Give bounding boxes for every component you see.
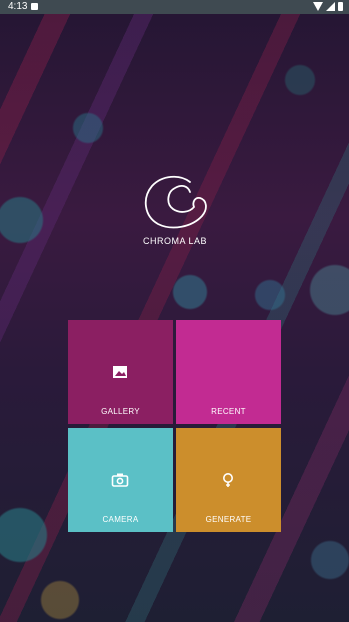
generate-label: GENERATE <box>205 515 252 524</box>
background-wallpaper <box>0 0 349 622</box>
image-icon <box>113 366 127 378</box>
generate-tile[interactable]: GENERATE <box>176 428 281 532</box>
notification-icon <box>31 3 38 10</box>
gallery-label: GALLERY <box>101 407 140 416</box>
wifi-icon <box>313 2 323 11</box>
signal-icon <box>326 2 335 11</box>
camera-label: CAMERA <box>102 515 139 524</box>
app-name: CHROMA LAB <box>142 236 207 246</box>
status-time: 4:13 <box>8 1 28 12</box>
status-bar: 4:13 <box>0 0 349 14</box>
lightbulb-icon <box>223 473 233 487</box>
battery-icon <box>338 2 343 11</box>
chroma-c-swirl-icon <box>144 175 207 229</box>
recent-tile[interactable]: RECENT <box>176 320 281 424</box>
camera-icon <box>111 473 129 487</box>
camera-tile[interactable]: CAMERA <box>68 428 173 532</box>
gallery-tile[interactable]: GALLERY <box>68 320 173 424</box>
status-icons <box>313 2 343 11</box>
recent-label: RECENT <box>211 407 246 416</box>
